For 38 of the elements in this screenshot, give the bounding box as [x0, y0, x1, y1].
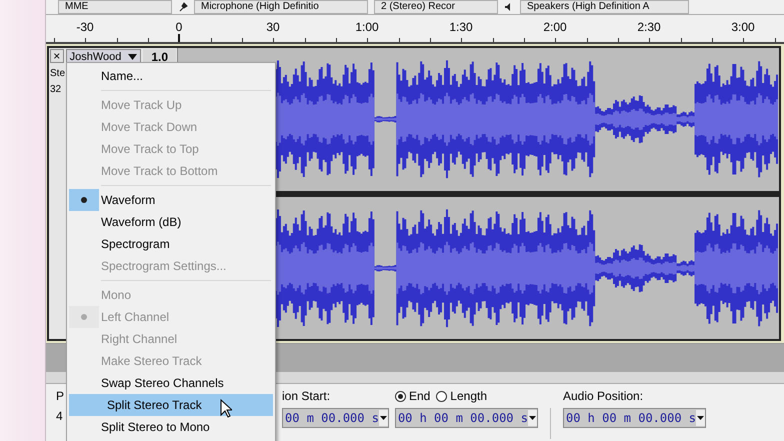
- menu-item[interactable]: Split Stereo Track: [69, 394, 273, 416]
- recording-device-dropdown[interactable]: Microphone (High Definitio: [194, 0, 368, 14]
- field-label: P: [56, 388, 64, 404]
- microphone-icon: [178, 2, 188, 12]
- track-info-text: 32: [49, 83, 62, 97]
- ruler-label: 1:30: [449, 20, 473, 34]
- ruler-label: 30: [266, 20, 280, 34]
- radio-option[interactable]: End: [394, 389, 430, 403]
- menu-item[interactable]: Split Stereo to Mono: [69, 416, 273, 438]
- menu-item[interactable]: Waveform (dB): [69, 211, 273, 233]
- selection-end-field[interactable]: 00 h 00 m 00.000 s: [394, 408, 538, 428]
- track-info-text: Ste: [49, 67, 66, 81]
- close-track-button[interactable]: ×: [50, 49, 64, 63]
- ruler-label: 3:00: [731, 20, 755, 34]
- ruler-label: 2:30: [637, 20, 661, 34]
- dropdown-arrow-icon: [528, 416, 536, 420]
- host-dropdown[interactable]: MME: [58, 0, 172, 14]
- menu-item[interactable]: Waveform: [69, 189, 273, 211]
- radio-option[interactable]: Length: [436, 389, 487, 403]
- dropdown-arrow-icon: [697, 416, 704, 420]
- audio-position-field[interactable]: 00 h 00 m 00.000 s: [562, 408, 706, 428]
- field-value: 4: [56, 408, 64, 424]
- selection-start-field[interactable]: 00 m 00.000 s: [282, 408, 389, 428]
- playback-device-dropdown[interactable]: Speakers (High Definition A: [520, 0, 689, 14]
- ruler-label: 0: [176, 20, 182, 34]
- menu-item[interactable]: Name...: [69, 65, 273, 87]
- ruler-label: -30: [76, 20, 94, 34]
- recording-channels-dropdown[interactable]: 2 (Stereo) Recor: [374, 0, 498, 14]
- menu-item[interactable]: Spectrogram: [69, 233, 273, 255]
- selection-start-label: ion Start:: [282, 388, 332, 404]
- playhead-marker[interactable]: [178, 34, 180, 42]
- mouse-pointer-icon: [220, 399, 232, 418]
- menu-item[interactable]: Swap Stereo Channels: [69, 372, 273, 394]
- ruler-label: 1:00: [355, 20, 379, 34]
- audio-position-label: Audio Position:: [562, 388, 644, 404]
- ruler-label: 2:00: [543, 20, 567, 34]
- dropdown-arrow-icon: [380, 416, 387, 420]
- dropdown-arrow-icon: [128, 54, 138, 60]
